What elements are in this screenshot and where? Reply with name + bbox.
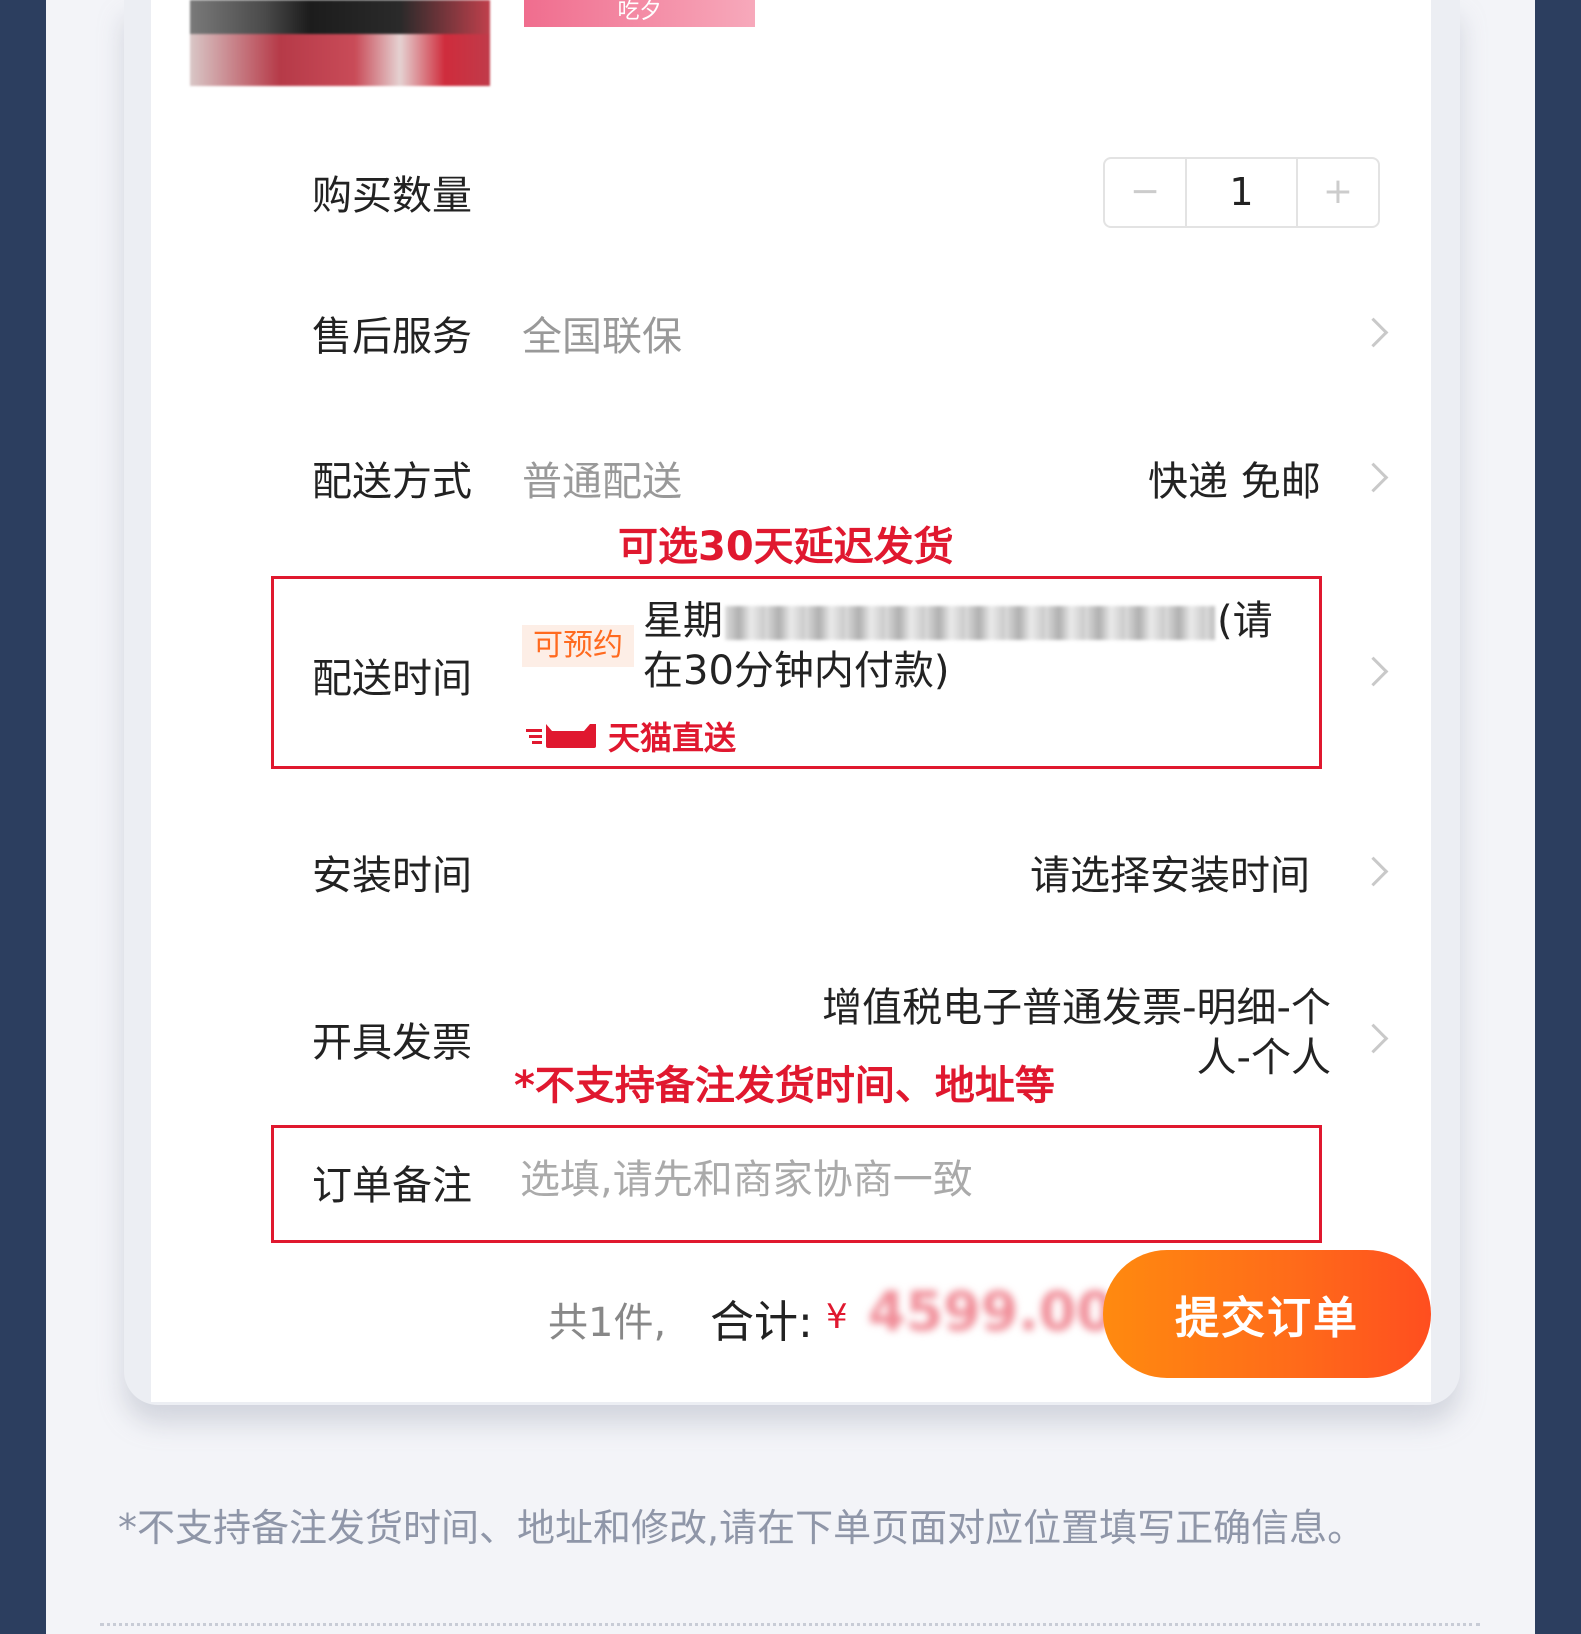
- after-sales-label: 售后服务: [312, 314, 472, 360]
- invoice-label: 开具发票: [312, 1020, 472, 1066]
- footnote: *不支持备注发货时间、地址和修改,请在下单页面对应位置填写正确信息。: [118, 1506, 1366, 1550]
- product-thumbnail[interactable]: [190, 0, 490, 86]
- after-sales-value: 全国联保: [522, 314, 682, 360]
- install-time-label: 安装时间: [312, 853, 472, 899]
- delivery-time-label: 配送时间: [312, 656, 472, 702]
- reservable-tag: 可预约: [522, 625, 634, 667]
- submit-order-button[interactable]: 提交订单: [1103, 1250, 1431, 1378]
- order-remark-input[interactable]: [520, 1150, 1300, 1210]
- item-count: 共1件,: [548, 1300, 667, 1346]
- remark-warning-callout: *不支持备注发货时间、地址等: [514, 1063, 1055, 1109]
- decrement-button[interactable]: −: [1105, 159, 1187, 226]
- quantity-value[interactable]: 1: [1185, 159, 1298, 226]
- order-remark-label: 订单备注: [312, 1163, 472, 1209]
- delivery-time-value: 星期 (请在30分钟内付款): [643, 596, 1293, 696]
- shipping-method-label: 配送方式: [312, 459, 472, 505]
- total-price: 4599.00: [868, 1280, 1114, 1343]
- install-time-value: 请选择安装时间: [1030, 853, 1310, 899]
- tmall-direct-label: 天猫直送: [608, 719, 737, 757]
- tmall-icon: [526, 724, 596, 748]
- divider: [100, 1623, 1480, 1626]
- promo-badge: 吃夕: [524, 0, 755, 27]
- quantity-label: 购买数量: [312, 173, 472, 219]
- shipping-fee-value: 快递 免邮: [1148, 459, 1321, 505]
- delay-shipping-callout: 可选30天延迟发货: [618, 524, 954, 570]
- delivery-weekday: 星期: [643, 598, 723, 644]
- currency-symbol: ¥: [826, 1297, 848, 1337]
- total-label: 合计:: [710, 1297, 813, 1348]
- increment-button[interactable]: +: [1296, 159, 1378, 226]
- quantity-stepper: − 1 +: [1103, 157, 1380, 228]
- redacted-delivery-slot: [725, 606, 1215, 640]
- shipping-method-value: 普通配送: [522, 459, 682, 505]
